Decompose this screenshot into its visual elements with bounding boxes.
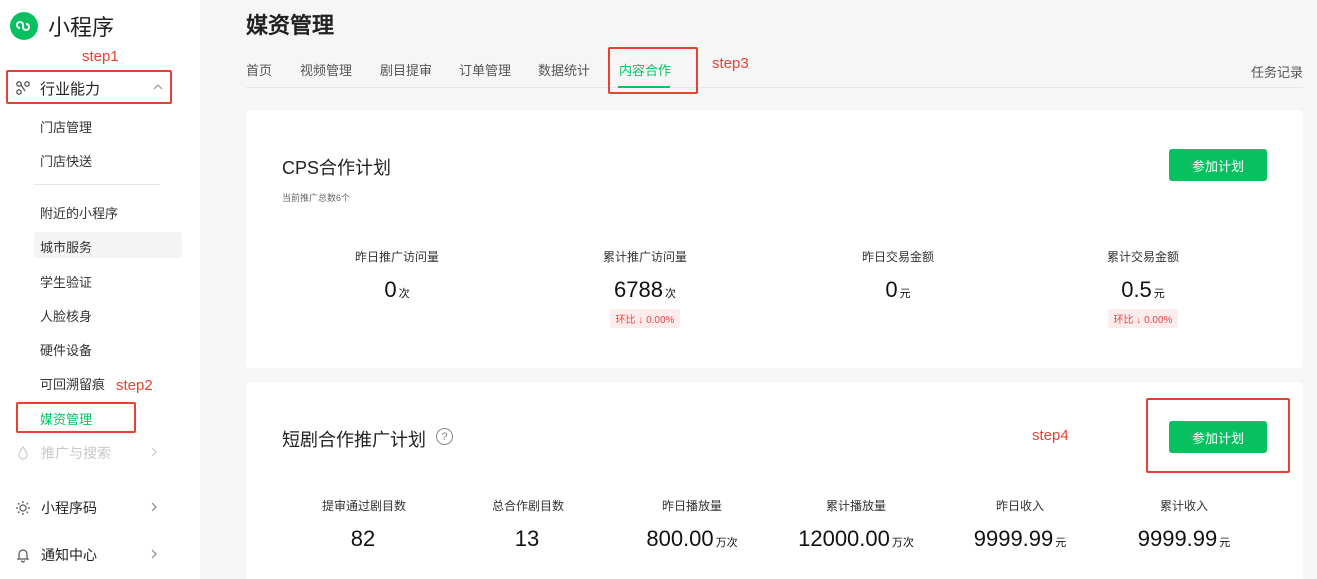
stat-value: 0次	[384, 277, 410, 302]
cps-plan-card: CPS合作计划 当前推广总数6个 参加计划 昨日推广访问量 0次 累计推广访问量…	[246, 110, 1303, 368]
chevron-right-icon	[148, 547, 160, 563]
help-icon[interactable]: ?	[436, 428, 453, 445]
page-title: 媒资管理	[246, 13, 335, 38]
sidebar-item-face-verification[interactable]: 人脸核身	[40, 306, 92, 325]
stat-value: 6788 次	[614, 277, 676, 302]
tab-video-management[interactable]: 视频管理	[300, 60, 352, 79]
step3-annotation: step3	[712, 55, 749, 72]
stat-label: 累计收入	[1159, 499, 1208, 513]
step2-annotation: step2	[116, 377, 153, 394]
sidebar-item-city-services[interactable]: 城市服务	[40, 237, 92, 256]
step4-annotation: step4	[1032, 427, 1069, 444]
stat-total-visits: 累计推广访问量 6788 次 环比 ↓ 0.00%	[545, 248, 745, 328]
sidebar-item-label: 通知中心	[41, 547, 97, 563]
sidebar-group-label: 行业能力	[40, 80, 101, 98]
sun-icon	[14, 499, 32, 517]
chevron-right-icon	[148, 445, 160, 461]
sidebar-item-hardware-devices[interactable]: 硬件设备	[40, 340, 92, 359]
bell-icon	[14, 546, 32, 564]
cps-card-title: CPS合作计划	[282, 158, 392, 178]
stat-yesterday-visits: 昨日推广访问量 0次	[297, 248, 497, 303]
stat-yesterday-amount: 昨日交易金额 0元	[798, 248, 998, 303]
sidebar-item-promotion-search[interactable]: 推广与搜索	[14, 442, 174, 464]
drama-card-title: 短剧合作推广计划	[282, 430, 426, 450]
promotion-icon	[14, 444, 32, 462]
step4-highlight-box	[1146, 398, 1290, 473]
sidebar: 小程序 step1 行业能力 门店管理 门店快送 附近的小程序 城市服务 学生验…	[0, 0, 200, 579]
task-records-link[interactable]: 任务记录	[1251, 62, 1303, 81]
change-badge: 环比 ↓ 0.00%	[609, 309, 681, 328]
sidebar-item-label: 推广与搜索	[41, 445, 111, 461]
sidebar-item-student-verification[interactable]: 学生验证	[40, 272, 92, 291]
step2-highlight-box	[16, 402, 136, 433]
stat-label: 昨日交易金额	[861, 250, 934, 264]
app-title: 小程序	[48, 15, 115, 40]
sidebar-item-traceable-records[interactable]: 可回溯留痕	[40, 374, 105, 393]
sidebar-item-store-delivery[interactable]: 门店快送	[40, 151, 92, 170]
sidebar-item-miniprogram-code[interactable]: 小程序码	[14, 497, 174, 519]
chevron-up-icon	[152, 80, 164, 97]
change-badge: 环比 ↓ 0.00%	[1107, 309, 1179, 328]
sidebar-item-nearby-miniprogram[interactable]: 附近的小程序	[40, 203, 118, 222]
stat-label: 累计交易金额	[1106, 250, 1179, 264]
sidebar-group-industry[interactable]: 行业能力	[14, 76, 168, 100]
stat-total-amount: 累计交易金额 0.5 元 环比 ↓ 0.00%	[1043, 248, 1243, 328]
cps-join-plan-button[interactable]: 参加计划	[1169, 149, 1267, 181]
stat-label: 累计推广访问量	[602, 250, 687, 264]
miniprogram-logo-icon	[10, 12, 38, 40]
tab-home[interactable]: 首页	[246, 60, 272, 79]
sidebar-item-store-management[interactable]: 门店管理	[40, 117, 92, 136]
cps-card-subtitle: 当前推广总数6个	[282, 193, 351, 203]
sidebar-divider	[34, 184, 160, 185]
stat-value: 0元	[885, 277, 911, 302]
stat-total-income: 累计收入 9999.99 元	[1084, 497, 1284, 552]
drama-plan-card: 短剧合作推广计划 ? step4 参加计划 提审通过剧目数 82 总合作剧目数 …	[246, 382, 1303, 579]
tab-data-statistics[interactable]: 数据统计	[538, 60, 590, 79]
stat-value: 9999.99 元	[1137, 526, 1231, 551]
step1-annotation: step1	[82, 48, 119, 65]
app-logo[interactable]: 小程序	[10, 10, 114, 42]
tab-bar: 首页 视频管理 剧目提审 订单管理 数据统计 内容合作 任务记录	[246, 50, 1303, 88]
sidebar-item-label: 小程序码	[41, 500, 97, 516]
branch-icon	[14, 79, 32, 97]
chevron-right-icon	[148, 500, 160, 516]
step3-highlight-box	[608, 47, 698, 94]
tab-order-management[interactable]: 订单管理	[459, 60, 511, 79]
stat-label: 昨日推广访问量	[354, 250, 439, 264]
sidebar-item-notification-center[interactable]: 通知中心	[14, 544, 174, 566]
stat-value: 0.5 元	[1121, 277, 1165, 302]
tab-drama-review[interactable]: 剧目提审	[380, 60, 432, 79]
